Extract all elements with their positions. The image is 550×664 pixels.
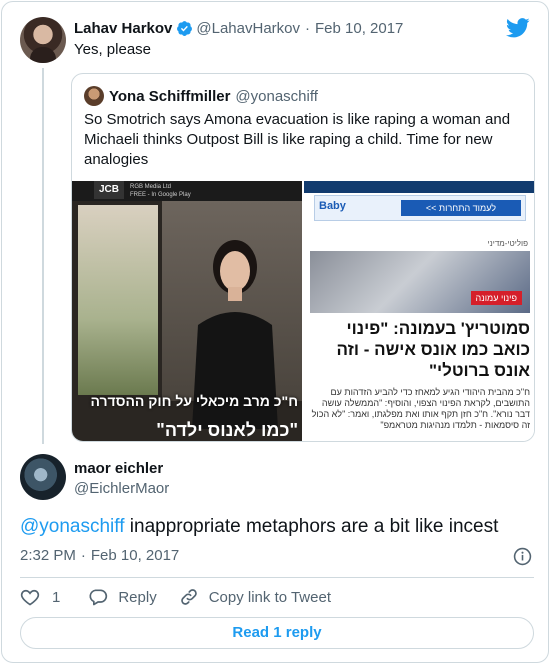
app-logo: JCB <box>94 181 124 199</box>
quoted-tweet-header: Yona Schiffmiller @yonaschiff <box>109 86 318 106</box>
ad-button: לעמוד התחרות >> <box>401 200 521 216</box>
author-avatar[interactable] <box>20 17 66 63</box>
reply-author-avatar[interactable] <box>20 454 66 500</box>
reply-icon <box>89 589 108 606</box>
divider <box>20 577 534 578</box>
reply-text: @yonaschiff inappropriate metaphors are … <box>20 515 498 539</box>
site-topbar <box>304 181 534 193</box>
mention-link[interactable]: @yonaschiff <box>20 516 125 537</box>
app-banner: JCB RGB Media Ltd FREE - In Google Play <box>72 181 302 201</box>
reply-author-name[interactable]: maor eichler <box>74 460 163 477</box>
media-image-right[interactable]: Baby לעמוד התחרות >> פוליטי-מדיני פינוי … <box>304 181 534 441</box>
read-replies-button[interactable]: Read 1 reply <box>20 617 534 649</box>
quoted-author-handle: @yonaschiff <box>235 87 318 105</box>
tweet-card: Lahav Harkov @LahavHarkov · Feb 10, 2017… <box>1 1 549 663</box>
copy-link-label: Copy link to Tweet <box>208 588 331 606</box>
quoted-author-avatar <box>84 86 104 106</box>
quoted-tweet[interactable]: Yona Schiffmiller @yonaschiff So Smotric… <box>71 73 535 442</box>
link-icon <box>180 589 197 605</box>
tweet-date[interactable]: Feb 10, 2017 <box>315 20 403 37</box>
reply-author-handle[interactable]: @EichlerMaor <box>74 480 169 497</box>
article-body: ח"כ מהבית היהודי הגיע למאחז כדי להביע הז… <box>311 387 530 430</box>
video-caption-line2: "כמו לאנוס ילדה" <box>156 420 298 440</box>
reply-body: inappropriate metaphors are a bit like i… <box>124 516 499 537</box>
like-button[interactable]: 1 <box>20 587 88 607</box>
video-caption-line1: ח"כ מרב מיכאלי על חוק ההסדרה <box>90 393 298 409</box>
action-bar: 1 Reply Copy link to Tweet <box>20 586 331 608</box>
app-banner-text: RGB Media Ltd FREE - In Google Play <box>130 184 191 198</box>
author-handle[interactable]: @LahavHarkov <box>196 20 300 37</box>
photo-tag: פינוי עמונה <box>470 291 522 305</box>
media-image-left[interactable]: JCB RGB Media Ltd FREE - In Google Play … <box>72 181 302 441</box>
tweet-text: Yes, please <box>74 41 152 58</box>
separator: · <box>305 19 310 37</box>
verified-badge-icon <box>177 20 193 36</box>
author-name[interactable]: Lahav Harkov <box>74 20 172 37</box>
heart-icon <box>20 589 40 606</box>
article-section: פוליטי-מדיני <box>487 239 528 248</box>
ad-brand: Baby <box>319 200 346 212</box>
reply-label: Reply <box>118 588 157 606</box>
quoted-media[interactable]: JCB RGB Media Ltd FREE - In Google Play … <box>72 181 534 441</box>
copy-link-button[interactable]: Copy link to Tweet <box>179 587 331 607</box>
tweet-header: Lahav Harkov @LahavHarkov · Feb 10, 2017 <box>74 18 403 38</box>
article-photo: פינוי עמונה <box>310 251 530 313</box>
like-count: 1 <box>52 588 61 606</box>
twitter-bird-icon[interactable] <box>506 18 530 38</box>
article-headline: סמוטריץ' בעמונה: "פינוי כואב כמו אונס אי… <box>336 319 530 380</box>
window-background <box>78 205 158 395</box>
ad-banner: Baby לעמוד התחרות >> <box>314 195 526 221</box>
thread-line <box>42 68 44 444</box>
quoted-tweet-text: So Smotrich says Amona evacuation is lik… <box>84 111 511 168</box>
reply-timestamp[interactable]: 2:32 PM · Feb 10, 2017 <box>20 547 179 564</box>
reply-button[interactable]: Reply <box>88 587 178 607</box>
info-icon[interactable] <box>513 547 532 566</box>
quoted-author-name: Yona Schiffmiller <box>109 87 231 105</box>
